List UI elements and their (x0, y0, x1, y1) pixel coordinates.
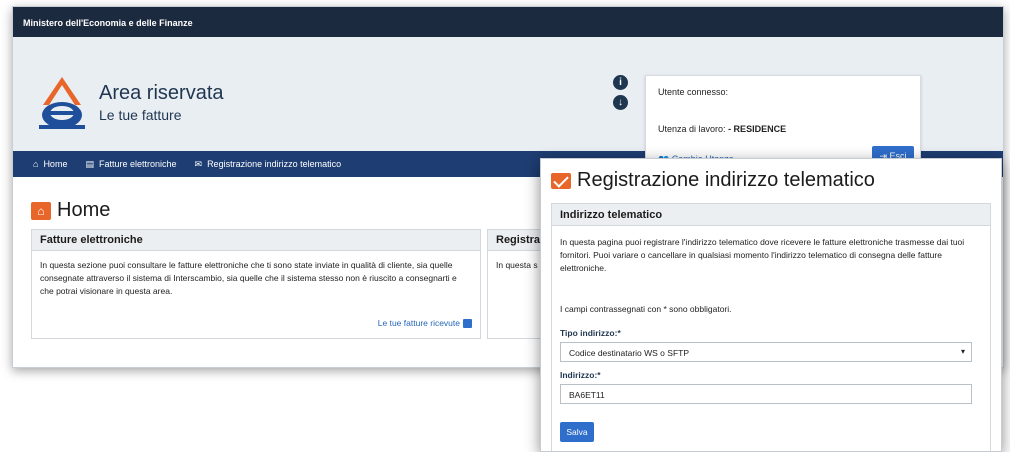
info-icon[interactable]: i (613, 75, 628, 90)
area-subtitle: Le tue fatture (99, 107, 182, 123)
address-input[interactable]: BA6ET11 (560, 384, 972, 404)
home-heading: ⌂ Home (31, 199, 110, 222)
area-title: Area riservata (99, 82, 224, 104)
type-label: Tipo indirizzo:* (560, 328, 621, 338)
received-invoices-link[interactable]: Le tue fatture ricevute (378, 318, 472, 328)
save-button[interactable]: Salva (560, 422, 594, 442)
download-icon[interactable]: ↓ (613, 95, 628, 110)
ministry-bar: Ministero dell'Economia e delle Finanze (13, 7, 1003, 37)
nav-label-fatture: Fatture elettroniche (98, 159, 177, 169)
address-type-value: Codice destinatario WS o SFTP (569, 348, 689, 358)
invoice-icon: ▤ (85, 158, 94, 169)
workspace-value: - RESIDENCE (728, 124, 787, 134)
dialog-heading: Registrazione indirizzo telematico (551, 169, 875, 192)
document-icon (463, 318, 472, 328)
dialog-title: Registrazione indirizzo telematico (577, 169, 875, 191)
envelope-icon (551, 172, 571, 189)
section-title: Indirizzo telematico (552, 204, 990, 226)
nav-item-home[interactable]: ⌂ Home (33, 159, 67, 169)
address-type-select[interactable]: Codice destinatario WS o SFTP ▾ (560, 342, 972, 362)
agenzia-logo (39, 77, 85, 129)
address-label: Indirizzo:* (560, 370, 601, 380)
home-icon: ⌂ (31, 201, 51, 220)
nav-item-fatture[interactable]: ▤ Fatture elettroniche (85, 159, 176, 170)
home-icon: ⌂ (33, 159, 39, 169)
connected-user-label: Utente connesso: (658, 87, 729, 97)
workspace-label: Utenza di lavoro: (658, 124, 726, 134)
user-box: Utente connesso: Utenza di lavoro: - RES… (645, 75, 921, 171)
screen: Ministero dell'Economia e delle Finanze … (0, 0, 1010, 452)
address-value: BA6ET11 (569, 390, 605, 400)
header: Area riservata Le tue fatture i ↓ Utente… (13, 37, 1003, 171)
card-fatture-body: In questa sezione puoi consultare le fat… (40, 260, 457, 296)
required-note: I campi contrassegnati con * sono obblig… (560, 304, 732, 314)
nav-label-home: Home (43, 159, 68, 169)
received-invoices-label: Le tue fatture ricevute (377, 318, 460, 328)
registration-dialog: Registrazione indirizzo telematico Indir… (540, 158, 1002, 452)
section-description: In questa pagina puoi registrare l'indir… (560, 237, 965, 273)
nav-label-registrazione: Registrazione indirizzo telematico (207, 159, 342, 169)
home-title: Home (57, 199, 111, 221)
address-section: Indirizzo telematico In questa pagina pu… (551, 203, 991, 451)
card-fatture-title: Fatture elettroniche (32, 230, 480, 251)
nav-item-registrazione[interactable]: ✉ Registrazione indirizzo telematico (195, 159, 342, 170)
chevron-down-icon: ▾ (960, 347, 965, 356)
workspace-info: Utenza di lavoro: - RESIDENCE (658, 124, 786, 134)
mail-icon: ✉ (194, 158, 203, 169)
card-fatture: Fatture elettroniche In questa sezione p… (31, 229, 481, 339)
